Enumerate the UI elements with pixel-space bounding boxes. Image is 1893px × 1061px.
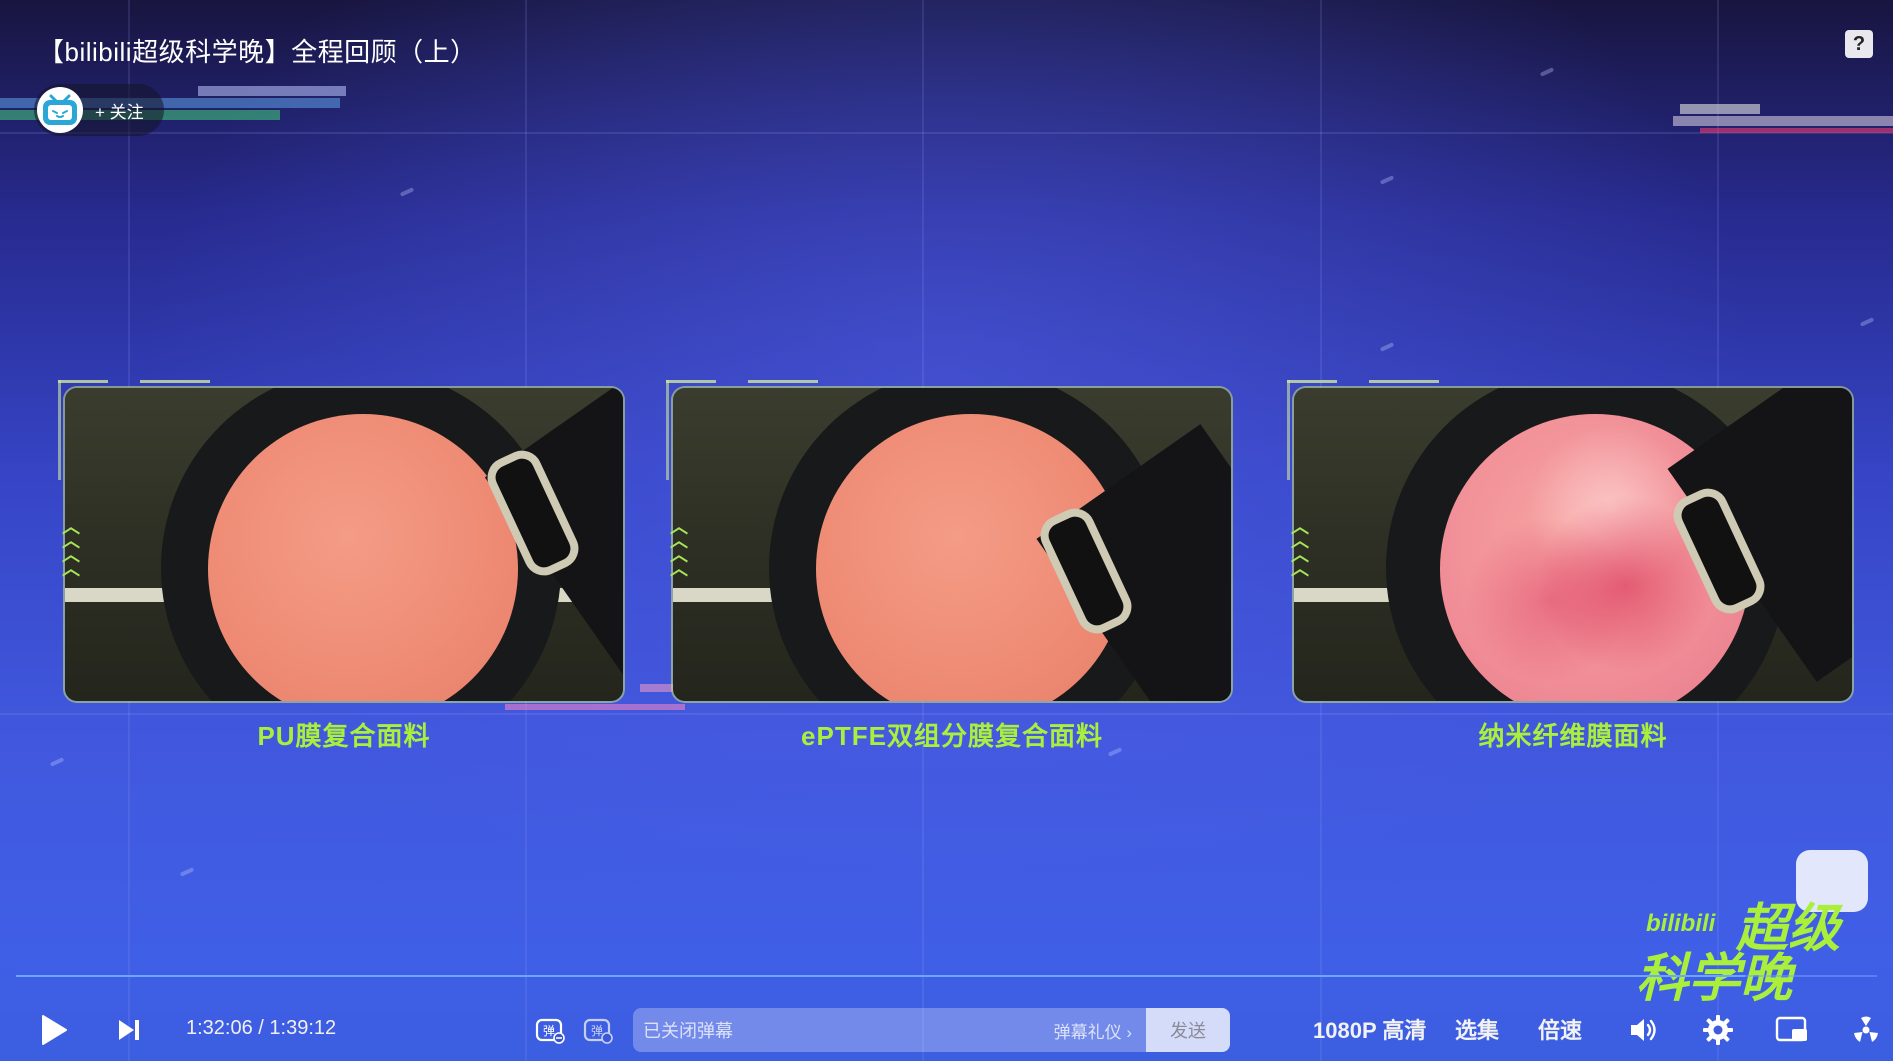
panel-frame-accent [1287,380,1290,480]
volume-icon [1631,1019,1656,1041]
danmaku-toggle-icon: 弹 [535,1018,565,1044]
follow-label: + 关注 [95,102,144,122]
panel-frame-accent [140,380,210,383]
next-icon [119,1020,139,1040]
panel-frame-accent [58,380,61,480]
sample-panel-eptfe [673,388,1231,701]
play-button[interactable] [36,1010,72,1050]
progress-fill [16,975,1745,977]
logo-line-2: 科学晚 [1636,950,1793,1008]
glitch-bar [1673,116,1893,126]
send-button[interactable]: 发送 [1146,1008,1230,1052]
panel-caption: 纳米纤维膜面料 [1478,721,1668,751]
bg-speck [49,757,65,767]
volume-button[interactable] [1626,1012,1662,1048]
panel-frame-accent [748,380,818,383]
play-icon [42,1015,67,1045]
bg-speck [179,867,195,877]
bg-speck [1539,67,1555,77]
panel-caption: ePTFE双组分膜复合面料 [801,721,1103,751]
fullscreen-icon [1854,1016,1878,1042]
panel-frame-accent [666,380,669,480]
panel-frame-accent [1369,380,1439,383]
danmaku-toggle-button[interactable]: 弹 [534,1014,566,1046]
speed-button[interactable]: 倍速 [1538,1013,1582,1045]
chevron-up-icon: ︿ ︿ ︿ ︿ [62,517,80,579]
sample-panel-pu [65,388,623,701]
danmaku-settings-icon: 弹 [583,1018,613,1044]
duration: 1:39:12 [269,1017,337,1039]
avatar[interactable] [37,87,83,133]
show-logo-watermark: bilibili 超级 科学晚 [1636,850,1868,1008]
svg-text:弹: 弹 [591,1024,603,1038]
help-icon[interactable]: ? [1845,30,1873,58]
danmaku-etiquette-link[interactable]: 弹幕礼仪 › [1054,1018,1132,1043]
episodes-button[interactable]: 选集 [1455,1013,1499,1045]
logo-brand: bilibili [1646,910,1716,937]
progress-bar[interactable] [16,975,1877,977]
time-separator: / [258,1017,264,1039]
sample-panel-nanofiber [1294,388,1852,701]
follow-button[interactable]: + 关注 [34,84,164,136]
svg-text:弹: 弹 [543,1024,555,1038]
danmaku-settings-button[interactable]: 弹 [582,1014,614,1046]
chevron-up-icon: ︿ ︿ ︿ ︿ [670,517,688,579]
chevron-up-icon: ︿ ︿ ︿ ︿ [1291,517,1309,579]
bg-speck [399,187,415,197]
bilibili-tv-icon [43,94,77,125]
next-button[interactable] [114,1014,144,1046]
bg-speck [1859,317,1875,327]
quality-button[interactable]: 1080P 高清 [1313,1013,1426,1045]
danmaku-placeholder: 已关闭弹幕 [643,1021,733,1041]
glitch-bar [198,86,346,96]
bg-speck [1379,175,1395,185]
glitch-bar [1680,104,1760,114]
panel-caption: PU膜复合面料 [257,721,431,751]
video-title: 【bilibili超级科学晚】全程回顾（上） [38,37,477,67]
panel-frame-accent [666,380,716,383]
panel-frame-accent [1287,380,1337,383]
time-display: 1:32:06 / 1:39:12 [186,1017,336,1040]
glitch-bar [505,704,685,710]
bg-grid-line [0,132,1893,134]
panel-frame-accent [58,380,108,383]
current-time: 1:32:06 [186,1017,253,1039]
settings-button[interactable] [1700,1012,1736,1048]
fullscreen-button[interactable] [1848,1012,1884,1048]
settings-icon [1703,1015,1733,1045]
pip-button[interactable] [1774,1012,1810,1048]
pip-icon [1775,1016,1807,1042]
bg-grid-line [0,713,1893,715]
bg-speck [1379,342,1395,352]
danmaku-input[interactable]: 已关闭弹幕 弹幕礼仪 › 发送 [633,1008,1230,1052]
glitch-bar [1700,128,1893,133]
